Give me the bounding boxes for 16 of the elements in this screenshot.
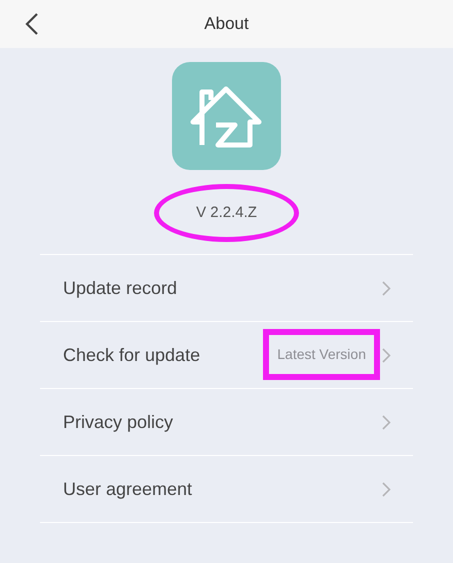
chevron-right-icon bbox=[382, 348, 391, 362]
house-logo-icon bbox=[172, 62, 281, 170]
row-value: Latest Version bbox=[277, 346, 366, 362]
settings-row[interactable]: Privacy policy bbox=[40, 389, 413, 456]
settings-row[interactable]: Update record bbox=[40, 255, 413, 322]
settings-row[interactable]: User agreement bbox=[40, 456, 413, 523]
row-label: Check for update bbox=[63, 344, 202, 367]
page-title: About bbox=[204, 13, 249, 36]
chevron-right-icon bbox=[382, 280, 391, 296]
row-label: Update record bbox=[63, 276, 178, 300]
row-label: Privacy policy bbox=[63, 410, 174, 434]
settings-row[interactable]: Check for update Latest Version bbox=[40, 322, 413, 389]
chevron-right-icon bbox=[382, 414, 391, 430]
row-label: User agreement bbox=[63, 478, 194, 501]
chevron-right-icon bbox=[382, 482, 391, 496]
version-text: V 2.2.4.Z bbox=[196, 202, 257, 223]
